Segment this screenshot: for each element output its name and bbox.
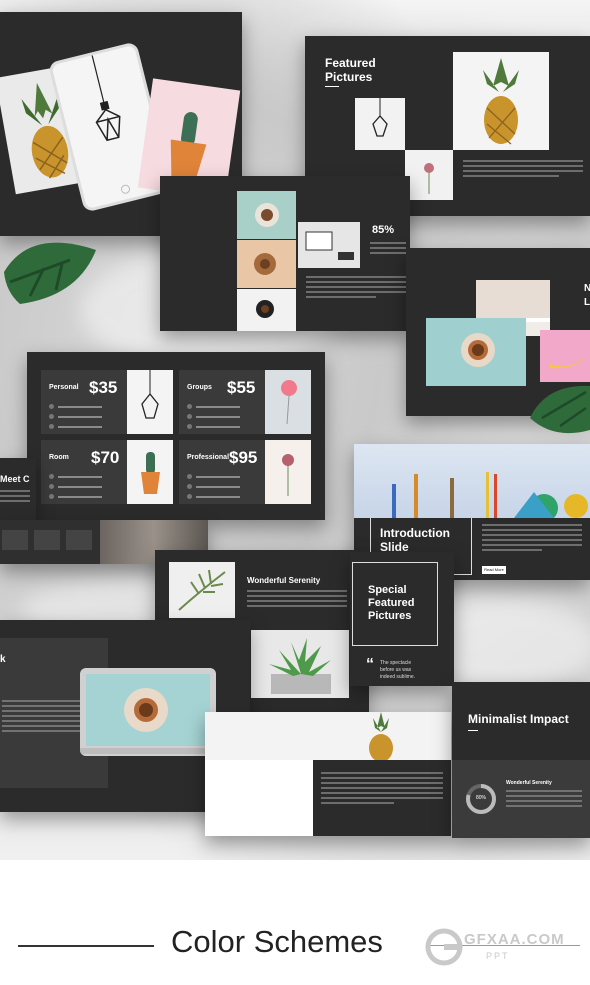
feature-bullet [187, 494, 240, 499]
watermark-g-icon [425, 928, 463, 966]
flower-photo [405, 150, 453, 200]
feature-bullet [49, 414, 102, 419]
feature-bullet [187, 424, 240, 429]
special-title-line1: Special [368, 584, 407, 596]
partial-title-line2: L [584, 297, 590, 308]
body-text-lines [0, 490, 30, 502]
monstera-leaf-decoration [4, 242, 96, 304]
body-text-lines [306, 276, 406, 298]
succulent-photo [251, 630, 349, 698]
partial-title-line1: N [584, 283, 590, 294]
quote-text: The spectacle before us was indeed subli… [380, 660, 415, 681]
pricing-card-name: Room [49, 454, 69, 461]
pricing-card: Groups $55 [179, 370, 311, 434]
feature-bullet [187, 484, 240, 489]
pricing-card-price: $35 [89, 378, 118, 397]
feature-bullet [49, 494, 102, 499]
cactus-photo [127, 440, 173, 504]
espresso-photo [237, 289, 296, 331]
pricing-card-price: $55 [227, 378, 256, 397]
read-more-button[interactable]: Read More [482, 566, 506, 574]
lamp-photo [127, 370, 173, 434]
body-text-lines [463, 160, 583, 177]
flower-photo [265, 440, 311, 504]
feature-bullet [49, 424, 102, 429]
quote-line1: The spectacle [380, 660, 412, 666]
laptop-photo [80, 668, 216, 756]
stat-text-lines [370, 242, 406, 254]
banana-photo [540, 330, 590, 382]
balloon-photo [265, 370, 311, 434]
quote-line3: indeed sublime. [380, 674, 416, 680]
heading-rule-left [18, 945, 154, 947]
slide-pineapple-text [205, 712, 451, 836]
laptop-icon [2, 530, 28, 550]
partial-title: N L [584, 282, 590, 310]
pineapple-photo [357, 712, 405, 760]
donut-value: 80% [475, 795, 486, 801]
section-heading: Color Schemes [171, 924, 383, 959]
quote-line2: before us was [380, 667, 412, 673]
stat-subtitle: Wonderful Serenity [506, 780, 552, 786]
mug-photo [237, 240, 296, 288]
pricing-card-name: Personal [49, 384, 79, 391]
pricing-card-price: $95 [229, 448, 258, 467]
feature-bullet [187, 414, 240, 419]
pricing-card: Room $70 [41, 440, 173, 504]
intro-title: Introduction Slide [380, 526, 450, 554]
pricing-card: Personal $35 [41, 370, 173, 434]
laptop-photo [426, 318, 526, 386]
partial-title: k [0, 654, 6, 665]
special-title: Special Featured Pictures [368, 584, 414, 623]
intro-title-line1: Introduction [380, 526, 450, 540]
slide-pricing: Personal $35 Groups $55 Room $70 Profess… [27, 352, 325, 520]
pricing-card-price: $70 [91, 448, 120, 467]
photo-band [205, 712, 451, 760]
feature-bullet [187, 474, 240, 479]
coffee-cup-photo [237, 191, 296, 239]
featured-title-line2: Pictures [325, 70, 373, 84]
lamp-photo [355, 98, 405, 150]
watermark-logo: GFXAA.COM PPT [424, 927, 574, 967]
body-text-lines [321, 772, 443, 804]
collage-stage: Featured Pictures 85% N L Personal $35 G… [0, 0, 590, 860]
feature-bullet [49, 484, 102, 489]
slide-special-featured: Special Featured Pictures “ The spectacl… [350, 552, 454, 686]
watermark-subtext: PPT [486, 951, 510, 961]
watermark-text: GFXAA.COM [464, 931, 565, 948]
featured-title-line1: Featured [325, 56, 376, 70]
paint-brushes-photo [354, 444, 590, 518]
feature-bullet [49, 404, 102, 409]
palm-leaf-photo [169, 562, 235, 618]
laptop-icon [34, 530, 60, 550]
feature-bullet [187, 404, 240, 409]
special-title-line3: Pictures [368, 610, 412, 622]
special-title-line2: Featured [368, 597, 415, 609]
desk-photo [298, 222, 360, 268]
pricing-card-name: Groups [187, 384, 212, 391]
minimalist-title: Minimalist Impact [468, 712, 569, 726]
stat-percent: 85% [372, 224, 395, 236]
feature-bullet [49, 474, 102, 479]
title-underline [468, 730, 478, 731]
quote-mark-icon: “ [366, 656, 374, 673]
featured-title: Featured Pictures [325, 56, 376, 84]
slide-minimalist-impact: Minimalist Impact 80% Wonderful Serenity [452, 682, 590, 838]
body-text-lines [247, 590, 347, 607]
pineapple-photo [453, 52, 549, 150]
pricing-card: Professional $95 [179, 440, 311, 504]
pricing-card-name: Professional [187, 454, 230, 461]
body-text-lines [482, 524, 582, 551]
body-text-lines [506, 790, 582, 807]
slide-meet-team: Meet C [0, 458, 36, 524]
monitor-icon [66, 530, 92, 550]
monstera-leaf-decoration [530, 385, 590, 434]
meet-title: Meet C [0, 474, 30, 484]
title-underline [325, 86, 339, 87]
slide-coffee-stats: 85% [160, 176, 410, 331]
serenity-title: Wonderful Serenity [247, 576, 321, 585]
